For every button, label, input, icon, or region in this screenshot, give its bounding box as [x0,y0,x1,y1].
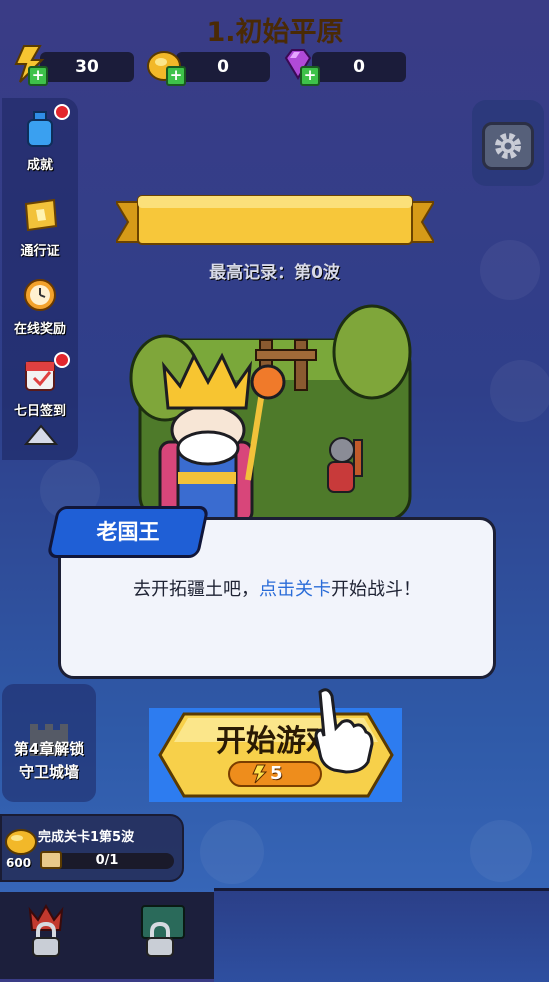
gem-value: 0 [353,57,365,77]
menu-item-online-reward[interactable]: 在线奖励 [4,274,76,337]
notification-badge [54,104,70,120]
collapse-up-icon[interactable] [24,424,58,448]
quest-reward-amount: 600 [6,856,32,870]
energy-counter: 30 [40,52,134,82]
tutorial-hand-icon [314,688,374,774]
gear-icon [495,133,521,159]
bg-skull-decoration [490,360,549,422]
best-record-text: 最高记录：第0波 [209,263,340,283]
gold-coin-icon [5,829,37,855]
menu-label: 在线奖励 [13,322,66,337]
lock-icon[interactable] [30,922,62,958]
king-character [158,352,286,522]
notification-badge [54,352,70,368]
level-title: 1.初始平原 [206,17,344,48]
dialog-message: 去开拓疆土吧，点击关卡开始战斗！ [58,575,496,601]
menu-label: 通行证 [20,244,60,259]
menu-item-pass[interactable]: 通行证 [4,196,76,259]
dialog-text-part: 去开拓疆土吧， [133,579,259,600]
dialog-text-part: 开始战斗！ [331,579,421,600]
chapter-unlock-line: 守卫城墙 [18,763,79,781]
settings-button[interactable] [482,122,534,170]
menu-label: 七日签到 [13,404,66,419]
bottom-nav-active-tab[interactable] [214,888,549,982]
energy-value: 30 [75,57,99,77]
chapter-unlock-line: 第4章解锁 [13,740,85,758]
dialog-text-highlight: 点击关卡 [259,579,331,600]
add-gold-button[interactable]: + [166,66,186,86]
add-gem-button[interactable]: + [300,66,320,86]
energy-cost-value: 5 [270,763,283,784]
energy-icon [252,764,268,784]
menu-label: 成就 [26,158,53,173]
add-energy-button[interactable]: + [28,66,48,86]
quest-progress-text: 0/1 [95,853,119,868]
level-banner[interactable] [116,194,434,248]
bg-skull-decoration [470,820,532,882]
gold-counter: 0 [176,52,270,82]
menu-item-achievement[interactable]: 成就 [4,110,76,173]
gem-counter: 0 [312,52,406,82]
lock-icon[interactable] [144,922,176,958]
pass-ticket-icon [24,198,58,232]
speaker-name: 老国王 [96,520,160,544]
quest-title: 完成关卡1第5波 [38,830,135,845]
chapter-unlock-text: 第4章解锁 守卫城墙 [2,738,96,784]
bg-skull-decoration [200,820,264,884]
gold-value: 0 [217,57,229,77]
